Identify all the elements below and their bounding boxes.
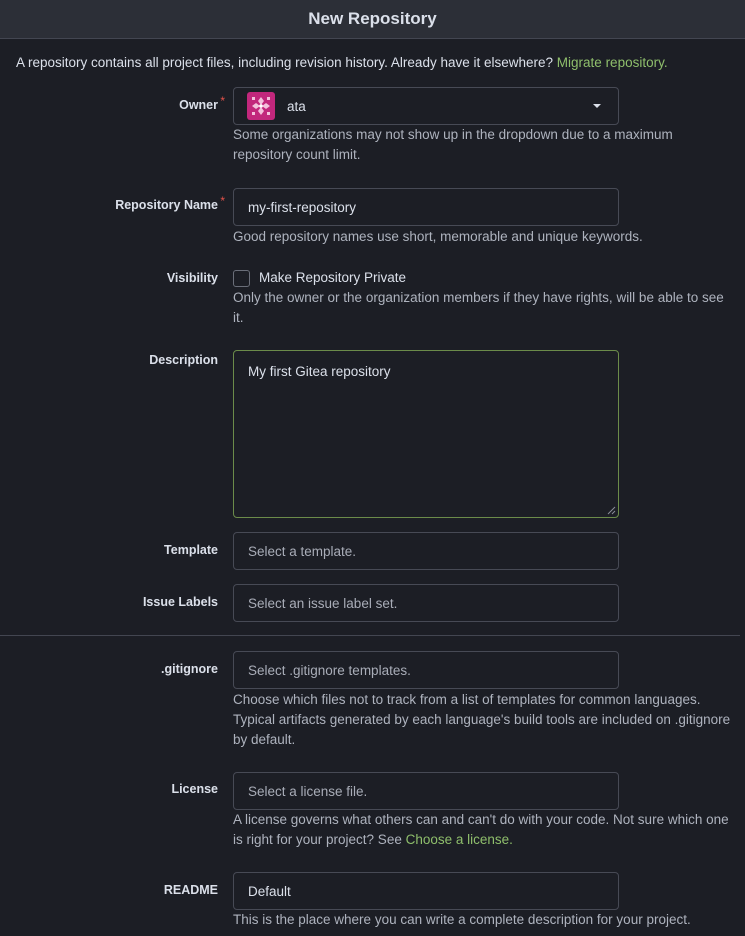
resize-handle-icon[interactable] [607, 506, 616, 515]
visibility-help: Only the owner or the organization membe… [233, 290, 724, 325]
gitignore-help: Choose which files not to track from a l… [233, 692, 731, 747]
license-help: A license governs what others can and ca… [233, 810, 729, 850]
repo-name-label: Repository Name * [115, 194, 225, 212]
owner-avatar [247, 92, 275, 120]
template-placeholder: Select a template. [248, 543, 357, 559]
chevron-down-icon [593, 104, 601, 108]
intro-description: A repository contains all project files,… [16, 55, 554, 70]
avatar-pattern-icon [250, 95, 272, 117]
owner-help: Some organizations may not show up in th… [233, 127, 673, 162]
migrate-repository-link[interactable]: Migrate repository. [557, 55, 668, 70]
gitignore-dropdown[interactable]: Select .gitignore templates. [233, 651, 619, 689]
license-placeholder: Select a license file. [248, 783, 368, 799]
gitignore-placeholder: Select .gitignore templates. [248, 662, 411, 678]
private-checkbox-label[interactable]: Make Repository Private [259, 270, 406, 285]
description-textarea[interactable]: My first Gitea repository [233, 350, 619, 518]
description-value: My first Gitea repository [248, 364, 391, 379]
owner-value: ata [287, 98, 306, 114]
readme-label: README [163, 883, 218, 897]
required-mark: * [220, 94, 225, 108]
description-label: Description [149, 353, 218, 367]
repo-name-help: Good repository names use short, memorab… [233, 229, 643, 244]
visibility-label: Visibility [166, 271, 218, 285]
choose-license-link[interactable]: Choose a license. [406, 832, 513, 847]
owner-label: Owner * [179, 94, 225, 112]
license-dropdown[interactable]: Select a license file. [233, 772, 619, 810]
section-divider [0, 635, 740, 636]
gitignore-label: .gitignore [161, 662, 218, 676]
page-header: New Repository [0, 0, 745, 39]
issue-labels-dropdown[interactable]: Select an issue label set. [233, 584, 619, 622]
template-label: Template [164, 543, 218, 557]
license-label: License [171, 782, 218, 796]
private-checkbox[interactable] [233, 270, 250, 287]
owner-dropdown[interactable]: ata [233, 87, 619, 125]
readme-dropdown[interactable]: Default [233, 872, 619, 910]
repo-name-value: my-first-repository [248, 199, 357, 215]
template-dropdown[interactable]: Select a template. [233, 532, 619, 570]
readme-value: Default [248, 883, 291, 899]
owner-label-text: Owner [179, 98, 218, 112]
issue-labels-placeholder: Select an issue label set. [248, 595, 398, 611]
required-mark: * [220, 194, 225, 208]
intro-text: A repository contains all project files,… [16, 55, 668, 70]
repo-name-label-text: Repository Name [115, 198, 218, 212]
page-title: New Repository [308, 9, 437, 28]
issue-labels-label: Issue Labels [142, 595, 218, 609]
readme-help: This is the place where you can write a … [233, 912, 691, 927]
repo-name-input[interactable]: my-first-repository [233, 188, 619, 226]
